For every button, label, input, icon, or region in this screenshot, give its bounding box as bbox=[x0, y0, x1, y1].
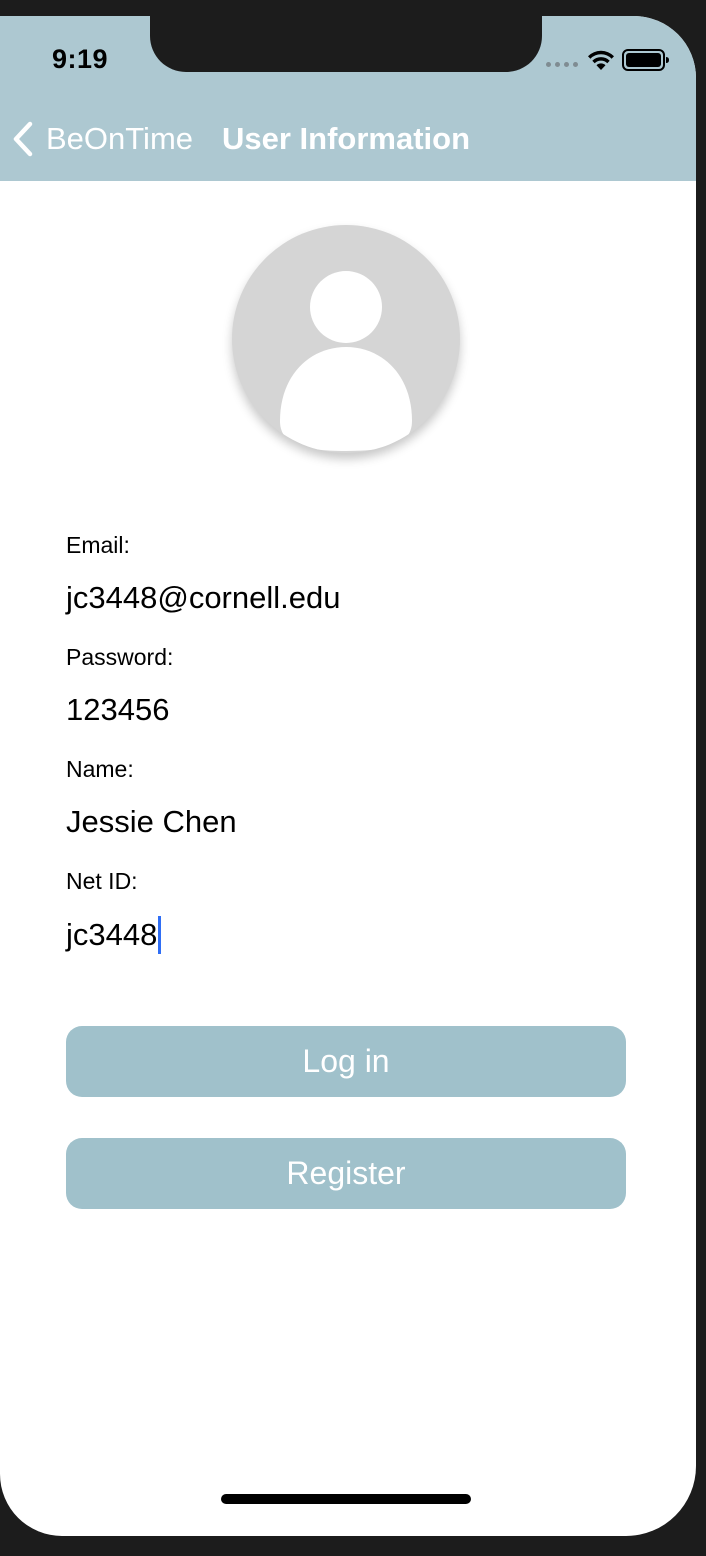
name-field[interactable]: Jessie Chen bbox=[66, 804, 237, 840]
back-button[interactable]: BeOnTime bbox=[10, 121, 193, 157]
netid-value: jc3448 bbox=[66, 917, 158, 952]
wifi-icon bbox=[588, 50, 614, 70]
status-time: 9:19 bbox=[52, 44, 109, 74]
page-title: User Information bbox=[222, 121, 471, 156]
avatar[interactable] bbox=[232, 225, 460, 453]
password-field[interactable]: 123456 bbox=[66, 692, 169, 728]
cellular-signal-icon bbox=[546, 62, 578, 67]
battery-icon bbox=[622, 49, 669, 71]
name-label: Name: bbox=[66, 756, 134, 782]
netid-label: Net ID: bbox=[66, 868, 138, 894]
email-label: Email: bbox=[66, 532, 130, 558]
netid-field[interactable]: jc3448 bbox=[66, 916, 162, 954]
person-placeholder-icon bbox=[280, 271, 412, 451]
text-cursor bbox=[158, 916, 162, 954]
device-notch bbox=[150, 16, 542, 72]
login-button[interactable]: Log in bbox=[66, 1026, 626, 1097]
password-label: Password: bbox=[66, 644, 174, 670]
chevron-left-icon bbox=[13, 121, 33, 157]
register-button[interactable]: Register bbox=[66, 1138, 626, 1209]
back-button-label: BeOnTime bbox=[46, 121, 194, 156]
app-screen: 9:19 BeOnTime User Information Email: jc… bbox=[0, 16, 696, 1536]
email-field[interactable]: jc3448@cornell.edu bbox=[66, 580, 340, 616]
home-indicator[interactable] bbox=[221, 1494, 471, 1504]
